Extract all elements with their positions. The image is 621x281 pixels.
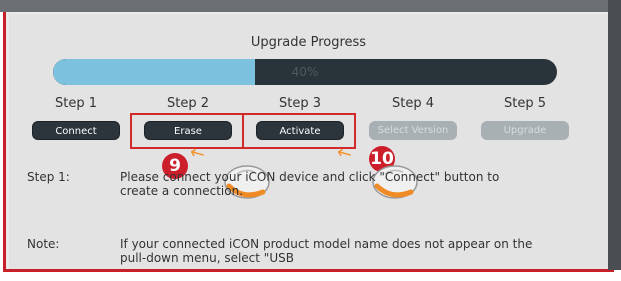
erase-highlight-box (130, 113, 244, 149)
note-label: Note: (27, 237, 60, 251)
step-5-label: Step 5 (503, 96, 546, 111)
progress-percent: 40% (291, 65, 319, 79)
connect-button[interactable]: Connect (32, 121, 120, 140)
note-text: If your connected iCON product model nam… (120, 237, 533, 265)
upgrade-dialog: Upgrade Progress 40% Step 1 Step 2 Step … (9, 14, 608, 269)
step-1-instruction-text: Please connect your iCON device and clic… (120, 170, 500, 198)
window-background-right (608, 0, 621, 270)
dialog-title: Upgrade Progress (250, 35, 367, 50)
step-1-label: Step 1 (54, 96, 97, 111)
step-3-label: Step 3 (278, 96, 321, 111)
step-1-instruction-label: Step 1: (27, 170, 70, 184)
step-4-label: Step 4 (391, 96, 434, 111)
select-version-button[interactable]: Select Version (369, 121, 457, 140)
progress-bar: 40% (53, 59, 557, 85)
upgrade-button[interactable]: Upgrade (481, 121, 569, 140)
step-2-label: Step 2 (166, 96, 209, 111)
window-background-top (0, 0, 615, 12)
